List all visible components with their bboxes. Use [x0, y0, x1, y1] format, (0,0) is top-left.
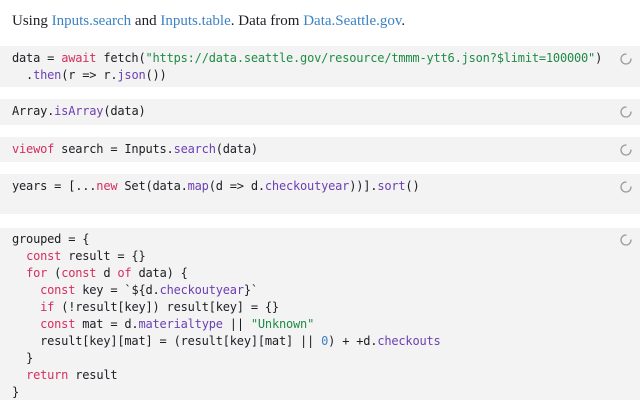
code-cell-grouped[interactable]: grouped = { const result = {} for (const… — [0, 228, 640, 400]
link-data-seattle-gov[interactable]: Data.Seattle.gov — [303, 13, 401, 29]
loading-spinner-icon — [620, 106, 632, 118]
code-years: years = [...new Set(data.map(d => d.chec… — [12, 179, 420, 193]
intro-text: Using Inputs.search and Inputs.table. Da… — [12, 9, 612, 33]
code-cell-search[interactable]: viewof search = Inputs.search(data) — [0, 137, 640, 162]
link-inputs-search[interactable]: Inputs.search — [52, 13, 132, 29]
code-cell-fetch[interactable]: data = await fetch("https://data.seattle… — [0, 46, 640, 87]
loading-spinner-icon — [620, 53, 632, 65]
intro-prefix: Using — [12, 13, 52, 29]
code-grouped: grouped = { const result = {} for (const… — [12, 232, 441, 399]
link-inputs-table[interactable]: Inputs.table — [160, 13, 230, 29]
loading-spinner-icon — [620, 234, 632, 246]
intro-and: and — [131, 13, 161, 29]
intro-mid: . Data from — [230, 13, 304, 29]
code-isarray: Array.isArray(data) — [12, 104, 146, 118]
code-fetch: data = await fetch("https://data.seattle… — [12, 51, 603, 82]
intro-suffix: . — [401, 13, 406, 29]
loading-spinner-icon — [620, 144, 632, 156]
code-cell-years[interactable]: years = [...new Set(data.map(d => d.chec… — [0, 174, 640, 214]
code-search: viewof search = Inputs.search(data) — [12, 142, 258, 156]
loading-spinner-icon — [620, 181, 632, 193]
code-cell-isarray[interactable]: Array.isArray(data) — [0, 99, 640, 125]
